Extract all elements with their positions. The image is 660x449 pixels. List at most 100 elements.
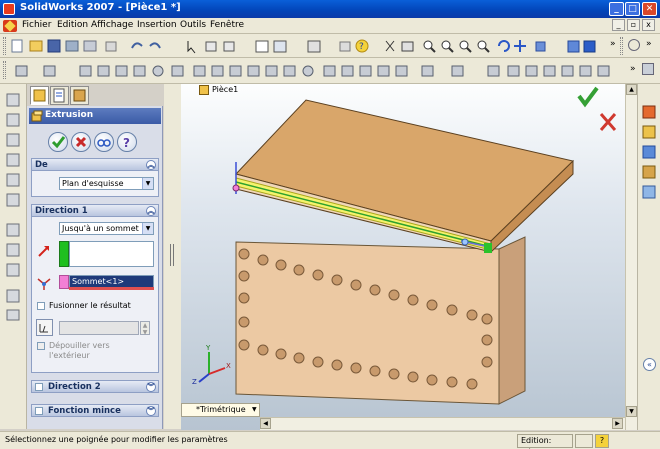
view-tab[interactable]: *Trimétrique ▼ bbox=[181, 403, 260, 417]
ok-button[interactable] bbox=[48, 132, 68, 152]
tree-part-label[interactable]: Pièce1 bbox=[212, 85, 238, 94]
doc-minimize-button[interactable]: _ bbox=[612, 19, 625, 31]
menu-affichage[interactable]: Affichage bbox=[91, 20, 133, 30]
toolbar-grip[interactable] bbox=[3, 37, 6, 55]
toolbar-overflow-icon[interactable]: » bbox=[610, 39, 616, 49]
svg-text:?: ? bbox=[123, 136, 130, 150]
minimize-button[interactable]: _ bbox=[609, 2, 624, 16]
options-icon[interactable] bbox=[642, 63, 654, 75]
view-tab-label: *Trimétrique bbox=[196, 405, 246, 414]
direction2-checkbox[interactable] bbox=[35, 383, 43, 391]
tab-property-manager[interactable] bbox=[50, 86, 69, 105]
toolbar-overflow-icon[interactable]: » bbox=[630, 64, 636, 74]
graphics-area[interactable]: Y X Z Pièce1 bbox=[181, 84, 625, 430]
menu-fichier[interactable]: Fichier bbox=[22, 20, 51, 30]
task-pane-tabs: « bbox=[637, 84, 660, 430]
group-from-header[interactable]: De ︽ bbox=[31, 158, 159, 171]
doc-close-button[interactable]: x bbox=[642, 19, 655, 31]
expand-icon[interactable]: ︾ bbox=[146, 382, 156, 392]
draft-angle-spinner[interactable]: ▲ ▼ bbox=[140, 321, 150, 336]
collapse-icon[interactable]: ︽ bbox=[146, 160, 156, 170]
title-bar: SolidWorks 2007 - [Pièce1 *] _ □ ✕ bbox=[0, 0, 660, 18]
group-direction1-body: Jusqu'à un sommet ▼ Sommet<1> Fusionner … bbox=[31, 217, 159, 373]
solidworks-app-icon bbox=[3, 3, 15, 15]
rebuild-icon[interactable] bbox=[628, 39, 640, 51]
direction-selection-marker bbox=[59, 241, 69, 267]
menu-edition[interactable]: Edition bbox=[57, 20, 88, 30]
expand-icon[interactable]: ︾ bbox=[146, 406, 156, 416]
property-manager-icon bbox=[53, 88, 65, 103]
scroll-right-arrow-icon[interactable]: ▶ bbox=[612, 418, 623, 429]
group-direction2-header[interactable]: Direction 2 ︾ bbox=[31, 380, 159, 393]
status-mode: Edition: Pièce bbox=[517, 434, 573, 449]
group-from-title: De bbox=[35, 160, 48, 170]
direction-selection-box[interactable] bbox=[69, 241, 154, 267]
toolbar-overflow-icon[interactable]: » bbox=[646, 39, 652, 49]
features-toolbar: » bbox=[0, 58, 660, 84]
part-side-face bbox=[498, 236, 526, 405]
model-view[interactable]: Y X Z bbox=[181, 84, 625, 430]
chevron-down-icon[interactable]: ▼ bbox=[142, 223, 153, 234]
draft-icon bbox=[39, 324, 48, 333]
doc-restore-button[interactable]: ▫ bbox=[627, 19, 640, 31]
extrude-icon bbox=[31, 110, 43, 122]
menu-insertion[interactable]: Insertion bbox=[137, 20, 177, 30]
close-button[interactable]: ✕ bbox=[642, 2, 657, 16]
menu-fenetre[interactable]: Fenêtre bbox=[210, 20, 244, 30]
chevron-down-icon[interactable]: ▼ bbox=[142, 178, 153, 189]
part-front-face bbox=[235, 241, 500, 405]
scroll-up-arrow-icon[interactable]: ▲ bbox=[626, 84, 637, 95]
maximize-button[interactable]: □ bbox=[625, 2, 640, 16]
start-point bbox=[232, 184, 240, 192]
group-from-body: Plan d'esquisse ▼ bbox=[31, 171, 159, 197]
scroll-down-arrow-icon[interactable]: ▼ bbox=[626, 406, 637, 417]
horizontal-scrollbar[interactable]: ◀ ▶ bbox=[260, 417, 625, 430]
cancel-x-icon bbox=[75, 136, 87, 148]
end-condition-value: Jusqu'à un sommet bbox=[62, 224, 139, 233]
reverse-direction-icon[interactable] bbox=[36, 243, 52, 259]
pm-tabs bbox=[27, 84, 163, 106]
status-rebuild[interactable] bbox=[575, 434, 593, 448]
svg-text:X: X bbox=[226, 362, 231, 370]
draft-outward-label: Dépouiller vers l'extérieur bbox=[49, 341, 110, 360]
draft-toggle-button[interactable] bbox=[36, 319, 53, 336]
draft-angle-input[interactable] bbox=[59, 321, 139, 335]
help-icon: ? bbox=[123, 136, 130, 150]
property-manager: Extrusion ? De ︽ Plan d'esquisse ▼ Direc… bbox=[27, 84, 163, 429]
draft-outward-checkbox[interactable] bbox=[37, 342, 45, 350]
splitter-grip[interactable] bbox=[170, 244, 174, 266]
thin-feature-checkbox[interactable] bbox=[35, 407, 43, 415]
tab-feature-tree[interactable] bbox=[30, 86, 49, 105]
status-bar: Sélectionnez une poignée pour modifier l… bbox=[0, 431, 660, 449]
status-help-button[interactable]: ? bbox=[595, 434, 609, 448]
group-direction1-title: Direction 1 bbox=[35, 206, 88, 216]
confirm-cancel-icon bbox=[599, 113, 617, 131]
start-condition-value: Plan d'esquisse bbox=[62, 179, 124, 188]
glasses-icon bbox=[97, 139, 111, 147]
toolbar-grip[interactable] bbox=[3, 61, 6, 79]
pm-title: Extrusion bbox=[45, 110, 94, 120]
svg-text:Y: Y bbox=[205, 344, 211, 352]
window-title: SolidWorks 2007 - [Pièce1 *] bbox=[20, 2, 181, 13]
tab-configuration-manager[interactable] bbox=[70, 86, 89, 105]
cancel-button[interactable] bbox=[71, 132, 91, 152]
scroll-left-arrow-icon[interactable]: ◀ bbox=[260, 418, 271, 429]
menu-outils[interactable]: Outils bbox=[180, 20, 206, 30]
chevron-down-icon[interactable]: ▼ bbox=[252, 404, 257, 416]
pane-splitter[interactable] bbox=[164, 84, 181, 429]
toolbar-grip[interactable] bbox=[620, 37, 623, 55]
start-condition-select[interactable]: Plan d'esquisse ▼ bbox=[59, 177, 154, 190]
collapse-task-pane-icon[interactable]: « bbox=[643, 358, 656, 371]
help-button[interactable]: ? bbox=[117, 132, 137, 152]
group-direction1-header[interactable]: Direction 1 ︽ bbox=[31, 204, 159, 217]
sketch-toolbar-icons bbox=[6, 93, 20, 321]
collapse-icon[interactable]: ︽ bbox=[146, 206, 156, 216]
merge-result-checkbox[interactable] bbox=[37, 302, 45, 310]
vertical-scrollbar[interactable]: ▲ ▼ bbox=[625, 84, 637, 430]
group-thin-header[interactable]: Fonction mince ︾ bbox=[31, 404, 159, 417]
detailed-preview-button[interactable] bbox=[94, 132, 114, 152]
group-direction2-title: Direction 2 bbox=[48, 382, 101, 392]
task-pane-icons bbox=[642, 105, 656, 199]
document-icon[interactable] bbox=[3, 20, 17, 32]
end-condition-select[interactable]: Jusqu'à un sommet ▼ bbox=[59, 222, 154, 235]
